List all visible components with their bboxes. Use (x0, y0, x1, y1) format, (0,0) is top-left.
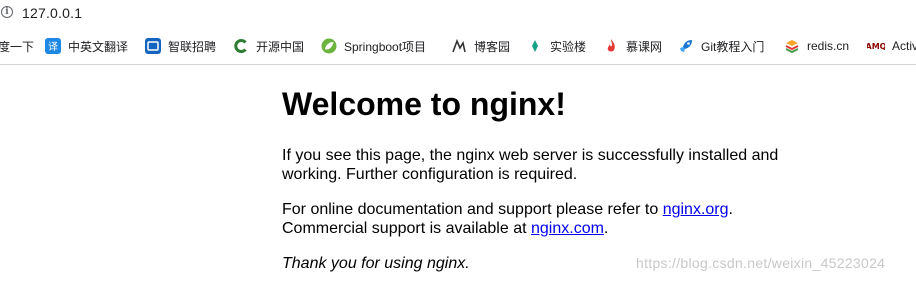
bookmark-label: 实验楼 (550, 39, 587, 54)
info-icon[interactable]: i (1, 6, 13, 18)
bookmark-oschina[interactable]: 开源中国 (233, 38, 304, 54)
nginx-org-link[interactable]: nginx.org (663, 201, 729, 218)
shiyanlou-icon (527, 38, 543, 54)
watermark-text: https://blog.csdn.net/weixin_45223024 (636, 255, 886, 271)
bookmark-label: Git教程入门 (701, 39, 765, 54)
amq-icon: AMQ (867, 38, 885, 54)
url-text[interactable]: 127.0.0.1 (22, 5, 82, 21)
cnblogs-icon (451, 38, 467, 54)
page-content: Welcome to nginx! If you see this page, … (282, 72, 802, 273)
bookmark-translate[interactable]: 译 中英文翻译 (45, 38, 128, 54)
browser-chrome: i 127.0.0.1 度一下 译 中英文翻译 智联招聘 开源中国 Spring… (0, 0, 916, 65)
zhaopin-icon (145, 38, 161, 54)
bookmark-springboot[interactable]: Springboot项目 (321, 38, 426, 54)
docs-text: For online documentation and support ple… (282, 201, 663, 218)
bookmark-baidu[interactable]: 度一下 (0, 38, 34, 54)
bookmark-label: Springboot项目 (344, 39, 427, 54)
bookmark-label: 中英文翻译 (68, 39, 129, 54)
bookmark-zhaopin[interactable]: 智联招聘 (145, 38, 216, 54)
imooc-icon (603, 38, 619, 54)
translate-icon: 译 (45, 38, 61, 54)
page-title: Welcome to nginx! (282, 86, 566, 122)
svg-text:译: 译 (48, 41, 58, 53)
commercial-text: Commercial support is available at (282, 220, 531, 237)
commercial-period: . (603, 220, 609, 237)
redis-icon (784, 38, 800, 54)
bookmark-shiyanlou[interactable]: 实验楼 (527, 38, 586, 54)
bookmark-label: 博客园 (474, 39, 511, 54)
bookmark-label: redis.cn (807, 39, 850, 53)
address-bar[interactable]: i 127.0.0.1 (0, 0, 916, 28)
svg-text:AMQ: AMQ (867, 42, 885, 51)
nginx-com-link[interactable]: nginx.com (531, 220, 604, 237)
intro-paragraph: If you see this page, the nginx web serv… (282, 147, 779, 183)
bookmark-git[interactable]: Git教程入门 (678, 38, 764, 54)
bookmark-imooc[interactable]: 慕课网 (603, 38, 662, 54)
rocket-icon (678, 38, 694, 54)
spring-icon (321, 38, 337, 54)
bookmark-activemq[interactable]: AMQ Activ (867, 38, 916, 54)
bookmark-label: 智联招聘 (168, 39, 217, 54)
docs-paragraph: For online documentation and support ple… (282, 200, 802, 238)
bookmark-label: 开源中国 (256, 39, 305, 54)
bookmarks-bar: 度一下 译 中英文翻译 智联招聘 开源中国 Springboot项目 博客园 实… (0, 28, 916, 65)
bookmark-redis[interactable]: redis.cn (784, 38, 849, 54)
bookmark-label: 慕课网 (626, 39, 663, 54)
docs-period: . (728, 201, 733, 218)
bookmark-label: 度一下 (0, 39, 35, 54)
bookmark-label: Activ (892, 39, 916, 53)
bookmark-cnblogs[interactable]: 博客园 (451, 38, 510, 54)
oschina-icon (233, 38, 249, 54)
